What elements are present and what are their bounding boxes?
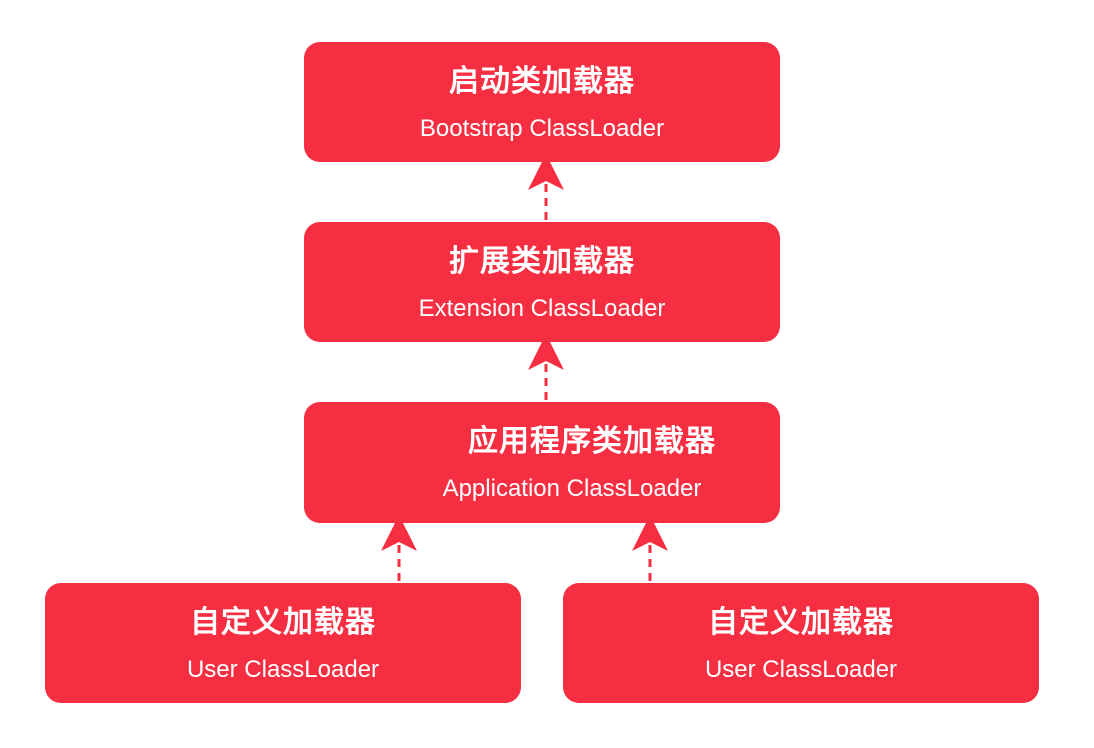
bootstrap-classloader-title: 启动类加载器 [449,64,635,99]
user-classloader-right-title: 自定义加载器 [708,605,894,640]
extension-classloader-node: 扩展类加载器 Extension ClassLoader [304,222,780,342]
bootstrap-classloader-subtitle: Bootstrap ClassLoader [419,115,665,142]
application-classloader-subtitle: Application ClassLoader [442,475,702,502]
application-classloader-title: 应用程序类加载器 [468,424,716,459]
user-classloader-left-subtitle: User ClassLoader [186,656,380,683]
user-classloader-left-title: 自定义加载器 [190,605,376,640]
extension-classloader-title: 扩展类加载器 [449,244,635,279]
bootstrap-classloader-node: 启动类加载器 Bootstrap ClassLoader [304,42,780,162]
user-classloader-left-node: 自定义加载器 User ClassLoader [45,583,521,703]
user-classloader-right-node: 自定义加载器 User ClassLoader [563,583,1039,703]
extension-classloader-subtitle: Extension ClassLoader [418,295,666,322]
user-classloader-right-subtitle: User ClassLoader [704,656,898,683]
application-classloader-node: 应用程序类加载器 Application ClassLoader [304,402,780,523]
